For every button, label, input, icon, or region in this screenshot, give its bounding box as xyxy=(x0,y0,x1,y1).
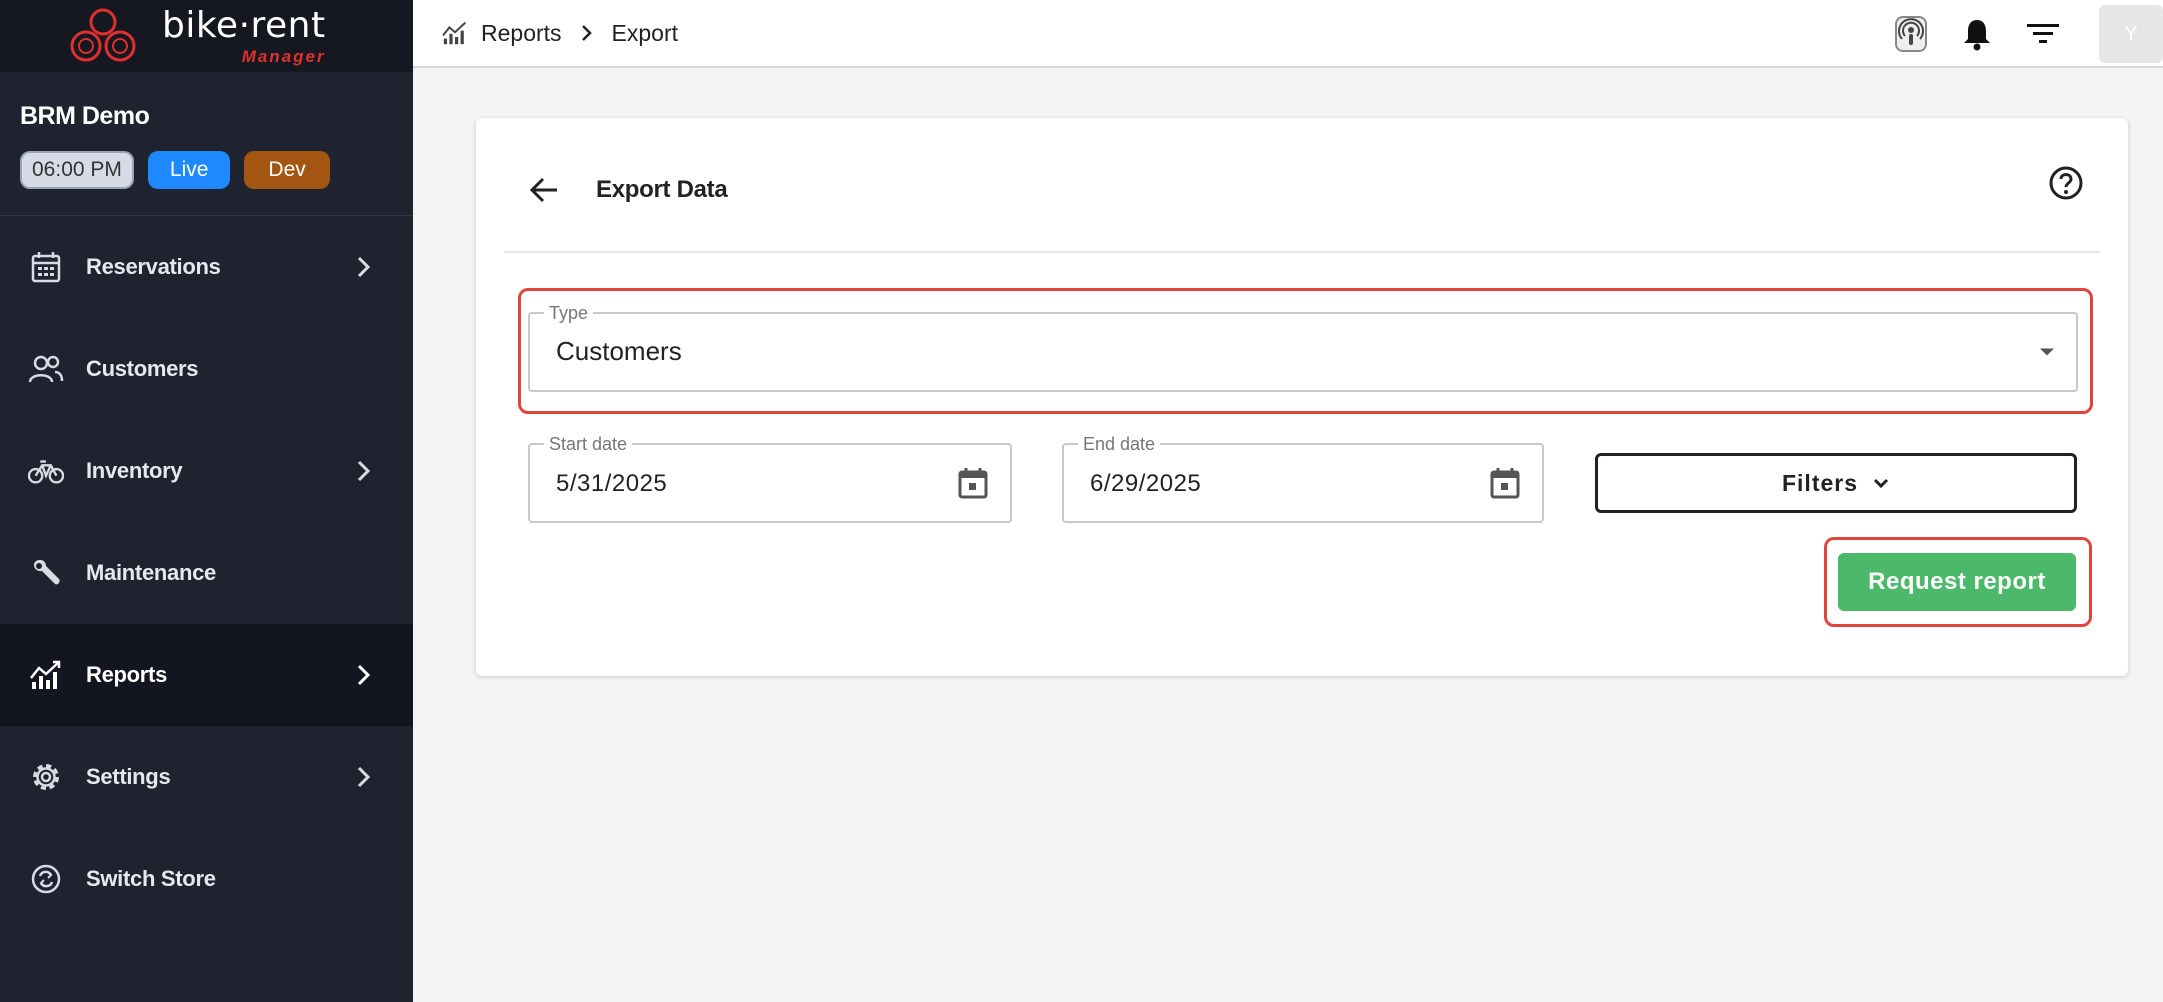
bell-icon[interactable] xyxy=(1957,14,1997,54)
sidebar-item-customers[interactable]: Customers xyxy=(0,318,413,420)
dropdown-arrow-icon xyxy=(2040,348,2054,356)
breadcrumb: Reports Export xyxy=(441,20,678,47)
card-header: Export Data xyxy=(504,118,2100,253)
users-icon xyxy=(28,351,64,387)
help-icon xyxy=(2049,166,2083,200)
live-badge[interactable]: Live xyxy=(147,151,231,189)
logo-subtitle: Manager xyxy=(241,46,326,66)
breadcrumb-reports[interactable]: Reports xyxy=(481,20,562,47)
chevron-down-icon xyxy=(1873,478,1889,489)
back-button[interactable] xyxy=(524,170,564,210)
bike-icon xyxy=(28,453,64,489)
start-date-field[interactable]: Start date 5/31/2025 xyxy=(528,434,1012,523)
chevron-right-icon xyxy=(357,256,371,278)
sidebar-item-label: Customers xyxy=(86,356,199,381)
gear-icon xyxy=(28,759,64,795)
breadcrumb-export: Export xyxy=(611,19,679,46)
podcast-icon[interactable] xyxy=(1891,14,1931,54)
request-report-button[interactable]: Request report xyxy=(1838,553,2076,611)
sidebar-nav: Reservations Customers Inventory Mainten… xyxy=(0,216,413,930)
chart-icon xyxy=(442,21,467,45)
logo[interactable]: bike·rent Manager xyxy=(0,0,413,72)
store-info: BRM Demo 06:00 PM Live Dev xyxy=(0,72,413,216)
sidebar-item-label: Maintenance xyxy=(86,560,216,585)
top-bar: Reports Export Y xyxy=(413,0,2163,68)
sidebar-item-label: Inventory xyxy=(86,458,183,483)
switch-icon xyxy=(28,861,64,897)
type-value: Customers xyxy=(556,336,682,366)
calendar-icon[interactable] xyxy=(1488,466,1522,500)
calendar-icon xyxy=(28,249,64,285)
end-date-label: End date xyxy=(1078,434,1161,455)
filters-label: Filters xyxy=(1781,469,1859,496)
start-date-label: Start date xyxy=(544,434,633,455)
sidebar: bike·rent Manager BRM Demo 06:00 PM Live… xyxy=(0,0,413,1002)
chevron-right-icon xyxy=(357,766,371,788)
chevron-right-icon xyxy=(357,460,371,482)
page-title: Export Data xyxy=(596,176,728,203)
start-date-value: 5/31/2025 xyxy=(556,470,668,497)
dev-badge[interactable]: Dev xyxy=(244,151,330,189)
store-time-badge: 06:00 PM xyxy=(20,151,134,189)
type-label: Type xyxy=(544,303,594,324)
sidebar-item-reports[interactable]: Reports xyxy=(0,624,413,726)
sidebar-item-label: Reports xyxy=(86,662,168,687)
bike-rent-logo-icon xyxy=(70,8,136,62)
end-date-field[interactable]: End date 6/29/2025 xyxy=(1062,434,1544,523)
store-name: BRM Demo xyxy=(20,102,150,130)
filter-icon[interactable] xyxy=(2023,14,2063,54)
chevron-right-icon xyxy=(581,25,592,41)
arrow-left-icon xyxy=(529,177,557,203)
sidebar-item-maintenance[interactable]: Maintenance xyxy=(0,522,413,624)
calendar-icon[interactable] xyxy=(956,466,990,500)
sidebar-item-reservations[interactable]: Reservations xyxy=(0,216,413,318)
chart-icon xyxy=(28,657,64,693)
end-date-value: 6/29/2025 xyxy=(1090,470,1202,497)
help-button[interactable] xyxy=(2046,163,2086,203)
wrench-icon xyxy=(28,555,64,591)
filters-button[interactable]: Filters xyxy=(1595,453,2077,513)
sidebar-item-label: Switch Store xyxy=(86,866,216,891)
sidebar-item-label: Reservations xyxy=(86,254,221,279)
sidebar-item-label: Settings xyxy=(86,764,171,789)
sidebar-item-inventory[interactable]: Inventory xyxy=(0,420,413,522)
avatar[interactable]: Y xyxy=(2099,5,2163,63)
logo-name: bike·rent xyxy=(162,4,326,46)
chevron-right-icon xyxy=(357,664,371,686)
type-select[interactable]: Type Customers xyxy=(528,303,2078,392)
sidebar-item-settings[interactable]: Settings xyxy=(0,726,413,828)
sidebar-item-switch-store[interactable]: Switch Store xyxy=(0,828,413,930)
